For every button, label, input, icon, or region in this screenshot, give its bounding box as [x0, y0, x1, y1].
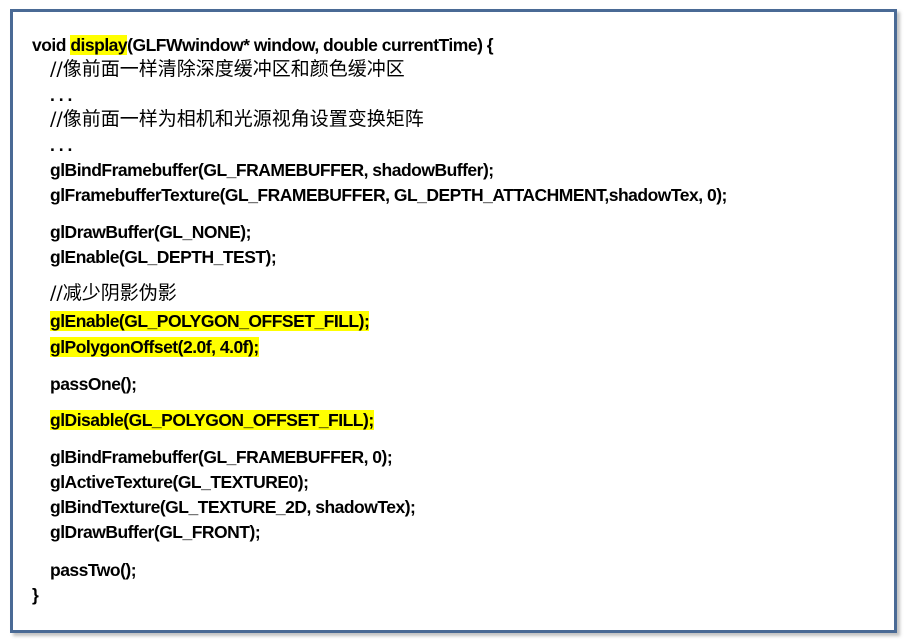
code-line-active-texture: glActiveTexture(GL_TEXTURE0);	[50, 472, 309, 492]
code-line-framebuffer-texture: glFramebufferTexture(GL_FRAMEBUFFER, GL_…	[50, 185, 727, 205]
code-line-disable-polygon-offset: glDisable(GL_POLYGON_OFFSET_FILL);	[50, 409, 374, 431]
ellipsis-2: . . .	[50, 135, 72, 155]
closing-brace: }	[32, 585, 39, 605]
function-params: (GLFWwindow* window, double currentTime)…	[127, 35, 494, 55]
code-line-pass-two: passTwo();	[50, 560, 137, 580]
code-line-draw-buffer-none: glDrawBuffer(GL_NONE);	[50, 222, 251, 242]
code-line-enable-depth-test: glEnable(GL_DEPTH_TEST);	[50, 247, 277, 267]
keyword-void: void	[32, 35, 71, 55]
code-block: void display(GLFWwindow* window, double …	[13, 12, 894, 630]
highlight-disable-polygon-offset: glDisable(GL_POLYGON_OFFSET_FILL);	[50, 410, 374, 430]
highlight-polygon-offset: glPolygonOffset(2.0f, 4.0f);	[50, 337, 259, 357]
highlight-enable-polygon-offset: glEnable(GL_POLYGON_OFFSET_FILL);	[50, 311, 370, 331]
function-signature: void display(GLFWwindow* window, double …	[32, 34, 494, 56]
comment-reduce-shadow-artifacts: //减少阴影伪影	[50, 282, 177, 304]
code-line-bind-texture: glBindTexture(GL_TEXTURE_2D, shadowTex);	[50, 497, 416, 517]
code-line-bind-framebuffer: glBindFramebuffer(GL_FRAMEBUFFER, shadow…	[50, 160, 494, 180]
ellipsis-1: . . .	[50, 85, 72, 105]
function-name-display: display	[70, 35, 128, 55]
comment-transform-matrices: //像前面一样为相机和光源视角设置变换矩阵	[50, 108, 424, 130]
code-line-draw-buffer-front: glDrawBuffer(GL_FRONT);	[50, 522, 261, 542]
code-frame: void display(GLFWwindow* window, double …	[10, 9, 897, 633]
comment-clear-buffers: //像前面一样清除深度缓冲区和颜色缓冲区	[50, 58, 405, 80]
code-line-polygon-offset: glPolygonOffset(2.0f, 4.0f);	[50, 336, 259, 358]
code-line-bind-framebuffer-zero: glBindFramebuffer(GL_FRAMEBUFFER, 0);	[50, 447, 393, 467]
code-line-pass-one: passOne();	[50, 374, 137, 394]
code-line-enable-polygon-offset: glEnable(GL_POLYGON_OFFSET_FILL);	[50, 310, 370, 332]
